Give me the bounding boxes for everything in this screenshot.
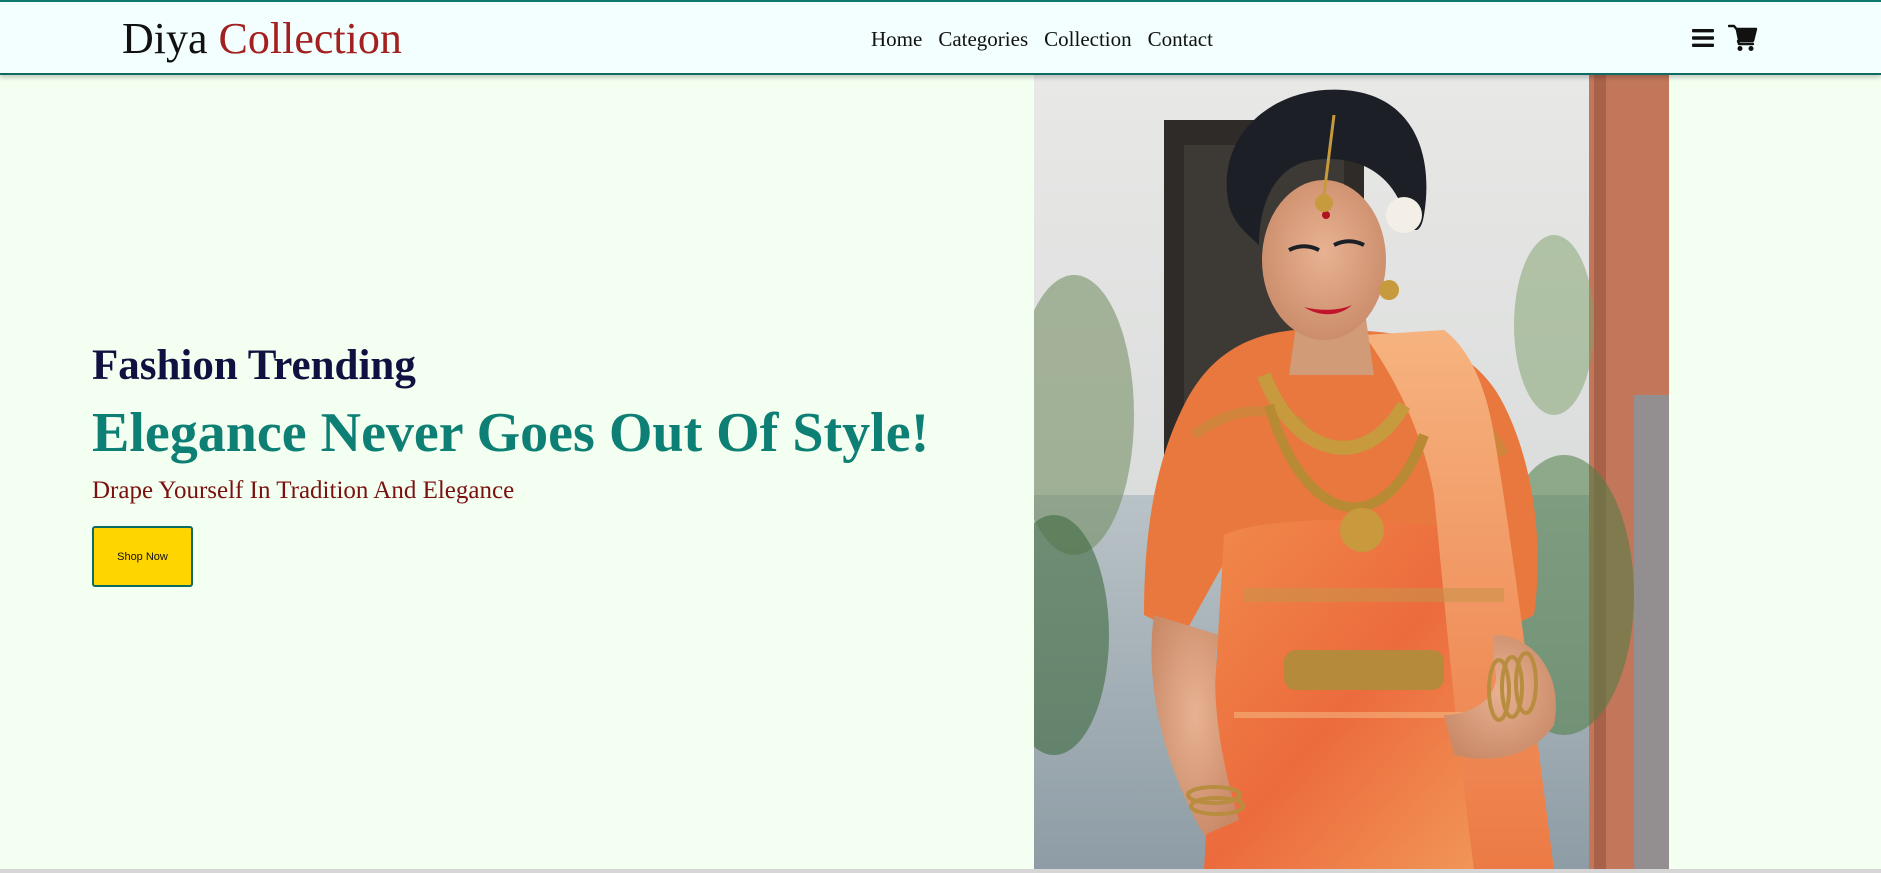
main-nav: Home Categories Collection Contact bbox=[871, 24, 1213, 54]
site-logo[interactable]: Diya Collection bbox=[122, 14, 402, 64]
nav-categories[interactable]: Categories bbox=[938, 24, 1028, 54]
logo-text-primary: Diya bbox=[122, 14, 208, 63]
header-icons bbox=[1688, 22, 1758, 54]
page-bottom-divider bbox=[0, 869, 1881, 873]
page: Diya Collection Home Categories Collecti… bbox=[0, 0, 1881, 873]
cart-icon[interactable] bbox=[1728, 22, 1758, 54]
hero-headline: Elegance Never Goes Out Of Style! bbox=[92, 402, 930, 464]
site-header: Diya Collection Home Categories Collecti… bbox=[0, 0, 1881, 75]
menu-icon[interactable] bbox=[1688, 22, 1718, 54]
nav-collection[interactable]: Collection bbox=[1044, 24, 1132, 54]
hero-content: Fashion Trending Elegance Never Goes Out… bbox=[92, 340, 929, 587]
hero-tagline: Drape Yourself In Tradition And Elegance bbox=[92, 477, 515, 504]
nav-home[interactable]: Home bbox=[871, 24, 922, 54]
hero-subtitle: Fashion Trending bbox=[92, 342, 416, 389]
shop-now-button[interactable]: Shop Now bbox=[92, 526, 193, 587]
nav-contact[interactable]: Contact bbox=[1148, 24, 1213, 54]
logo-text-accent: Collection bbox=[218, 14, 402, 63]
hero-photo-illustration bbox=[1034, 75, 1669, 870]
hero-image bbox=[1034, 75, 1669, 870]
